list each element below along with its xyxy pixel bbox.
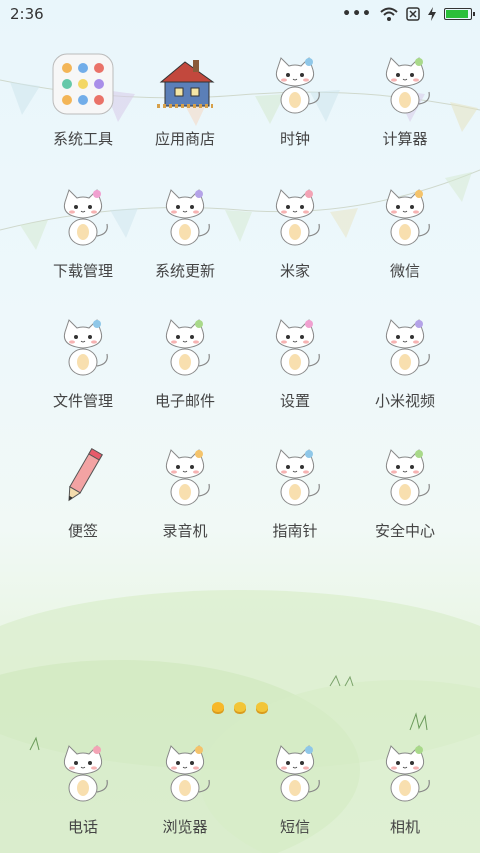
app-label: 设置 [279, 392, 310, 410]
video-cat-icon [369, 310, 441, 382]
app-label: 微信 [389, 262, 420, 280]
app-icon-10[interactable]: 设置 [240, 310, 350, 411]
folder-icon [47, 48, 119, 120]
app-label: 安全中心 [374, 522, 435, 540]
app-label: 短信 [279, 818, 310, 836]
app-label: 小米视频 [374, 392, 435, 410]
email-cat-icon [149, 310, 221, 382]
app-label: 应用商店 [154, 130, 215, 148]
app-icon-7[interactable]: 微信 [350, 180, 460, 281]
download-cat-icon [47, 180, 119, 252]
app-label: 时钟 [279, 130, 310, 148]
app-label: 录音机 [162, 522, 208, 540]
app-icon-11[interactable]: 小米视频 [350, 310, 460, 411]
app-icon-2[interactable]: 时钟 [240, 48, 350, 149]
recorder-cat-icon [149, 440, 221, 512]
phone-cat-icon [47, 736, 119, 808]
app-icon-12[interactable]: 便签 [28, 440, 138, 541]
app-label: 计算器 [382, 130, 428, 148]
app-label: 浏览器 [162, 818, 208, 836]
app-label: 指南针 [272, 522, 318, 540]
page-dot[interactable] [234, 702, 246, 712]
app-icon-6[interactable]: 米家 [240, 180, 350, 281]
app-label: 便签 [67, 522, 98, 540]
store-house-icon [149, 48, 221, 120]
app-icon-8[interactable]: 文件管理 [28, 310, 138, 411]
page-indicator [0, 702, 480, 712]
update-cat-icon [149, 180, 221, 252]
app-icon-0[interactable]: 系统工具 [28, 48, 138, 149]
messages-cat-icon [259, 736, 331, 808]
app-icon-4[interactable]: 下载管理 [28, 180, 138, 281]
dock-icon-3[interactable]: 相机 [350, 736, 460, 837]
calculator-cat-icon [369, 48, 441, 120]
app-icon-13[interactable]: 录音机 [130, 440, 240, 541]
page-dot[interactable] [256, 702, 268, 712]
browser-cat-icon [149, 736, 221, 808]
dock-icon-0[interactable]: 电话 [28, 736, 138, 837]
wechat-cat-icon [369, 180, 441, 252]
app-label: 电话 [67, 818, 98, 836]
app-label: 文件管理 [52, 392, 113, 410]
app-label: 系统更新 [154, 262, 215, 280]
dock-icon-1[interactable]: 浏览器 [130, 736, 240, 837]
app-label: 电子邮件 [154, 392, 215, 410]
camera-cat-icon [369, 736, 441, 808]
app-label: 米家 [279, 262, 310, 280]
app-label: 系统工具 [52, 130, 113, 148]
app-icon-14[interactable]: 指南针 [240, 440, 350, 541]
settings-cat-icon [259, 310, 331, 382]
mijia-cat-icon [259, 180, 331, 252]
compass-cat-icon [259, 440, 331, 512]
clock-cat-icon [259, 48, 331, 120]
app-label: 相机 [389, 818, 420, 836]
app-icon-1[interactable]: 应用商店 [130, 48, 240, 149]
page-dot[interactable] [212, 702, 224, 712]
app-icon-3[interactable]: 计算器 [350, 48, 460, 149]
app-icon-5[interactable]: 系统更新 [130, 180, 240, 281]
security-cat-icon [369, 440, 441, 512]
app-icon-15[interactable]: 安全中心 [350, 440, 460, 541]
dock-icon-2[interactable]: 短信 [240, 736, 350, 837]
notes-pencil-icon [47, 440, 119, 512]
app-icon-9[interactable]: 电子邮件 [130, 310, 240, 411]
app-grid: 系统工具 应用商店 时钟 计算器 下载管理 系统更新 米家 微信 文件管理 电子… [0, 0, 480, 853]
files-cat-icon [47, 310, 119, 382]
app-label: 下载管理 [52, 262, 113, 280]
